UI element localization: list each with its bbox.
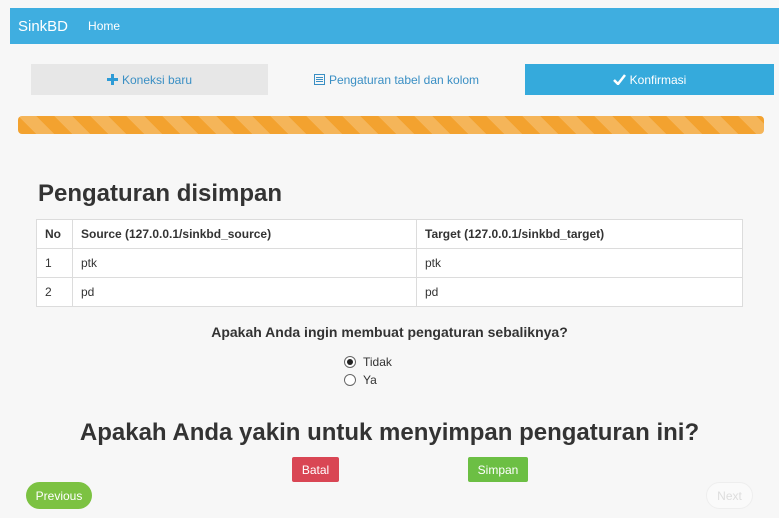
step-konfirmasi[interactable]: Konfirmasi	[525, 64, 774, 95]
settings-table: No Source (127.0.0.1/sinkbd_source) Targ…	[36, 219, 743, 307]
next-button[interactable]: Next	[706, 482, 753, 509]
step-label: Konfirmasi	[629, 72, 687, 87]
page-title: Pengaturan disimpan	[38, 180, 283, 207]
column-header-source: Source (127.0.0.1/sinkbd_source)	[72, 219, 417, 249]
step-label: Koneksi baru	[121, 72, 193, 87]
radio-label: Tidak	[363, 355, 392, 369]
step-label: Pengaturan tabel dan kolom	[328, 72, 480, 87]
table-cell: 1	[36, 248, 73, 278]
confirm-question: Apakah Anda yakin untuk menyimpan pengat…	[79, 419, 700, 446]
table-cell: ptk	[72, 248, 417, 278]
radio-label: Ya	[363, 373, 377, 387]
table-row: 1 ptk ptk	[36, 248, 743, 278]
column-header-target: Target (127.0.0.1/sinkbd_target)	[416, 219, 743, 249]
radio-button-checked[interactable]	[344, 356, 356, 368]
navbar: SinkBD Home	[10, 8, 779, 44]
table-header-row: No Source (127.0.0.1/sinkbd_source) Targ…	[36, 219, 743, 249]
column-header-no: No	[36, 219, 73, 249]
reverse-question: Apakah Anda ingin membuat pengaturan seb…	[211, 324, 568, 340]
table-cell: pd	[416, 277, 743, 307]
table-row: 2 pd pd	[36, 277, 743, 307]
radio-dot	[347, 359, 353, 365]
check-icon	[612, 74, 626, 85]
step-koneksi-baru[interactable]: Koneksi baru	[31, 64, 268, 95]
table-cell: ptk	[416, 248, 743, 278]
step-pengaturan-tabel[interactable]: Pengaturan tabel dan kolom	[278, 64, 515, 95]
list-icon	[313, 74, 325, 85]
radio-option-ya[interactable]: Ya	[344, 373, 377, 387]
table-cell: 2	[36, 277, 73, 307]
radio-button[interactable]	[344, 374, 356, 386]
brand-link[interactable]: SinkBD	[18, 18, 68, 35]
plus-icon	[106, 74, 118, 85]
radio-option-tidak[interactable]: Tidak	[344, 355, 392, 369]
cancel-button[interactable]: Batal	[292, 457, 339, 482]
progress-bar	[18, 116, 764, 134]
previous-button[interactable]: Previous	[26, 482, 92, 509]
nav-home-link[interactable]: Home	[88, 19, 120, 33]
table-cell: pd	[72, 277, 417, 307]
save-button[interactable]: Simpan	[468, 457, 528, 482]
